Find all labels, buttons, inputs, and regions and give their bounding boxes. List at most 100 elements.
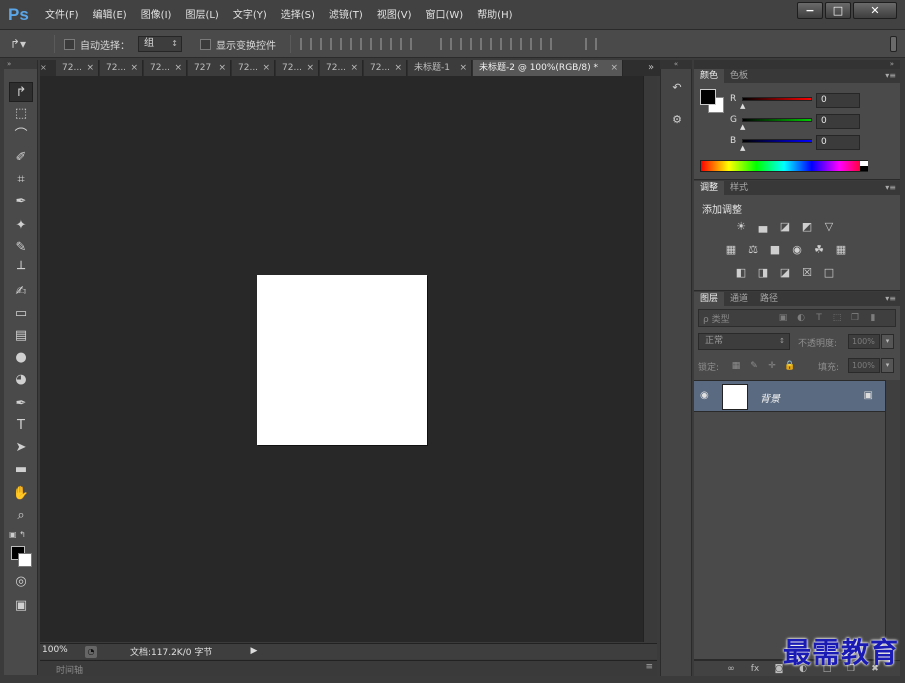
type-tool[interactable]: T <box>9 416 33 436</box>
visibility-eye-icon[interactable]: ◉ <box>700 390 709 401</box>
tab-adjustments[interactable]: 调整 <box>694 181 725 195</box>
menu-file[interactable]: 文件(F) <box>38 0 86 30</box>
menu-image[interactable]: 图像(I) <box>134 0 179 30</box>
channel-mixer-icon[interactable]: ☘ <box>810 242 828 258</box>
history-panel-icon[interactable]: ↶ <box>667 79 687 97</box>
right-panels-header[interactable]: » <box>694 60 900 69</box>
lasso-tool[interactable]: ⌒ <box>9 126 33 146</box>
lock-pixels-icon[interactable]: ✎ <box>748 360 760 372</box>
align-left-icon[interactable] <box>360 38 372 50</box>
posterize-icon[interactable]: ◨ <box>754 265 772 281</box>
quick-select-tool[interactable]: ✐ <box>9 148 33 168</box>
maximize-button[interactable]: □ <box>825 2 851 19</box>
tab-close-icon[interactable]: × <box>459 60 467 76</box>
status-menu-arrow-icon[interactable]: ▶ <box>247 644 261 658</box>
menu-filter[interactable]: 滤镜(T) <box>322 0 370 30</box>
type-filter-icon[interactable]: T <box>813 312 825 324</box>
history-brush-tool[interactable]: ✍ <box>9 282 33 302</box>
tab-close-icon[interactable]: × <box>130 60 138 76</box>
color-balance-icon[interactable]: ⚖ <box>744 242 762 258</box>
panel-menu-icon[interactable]: ▾≡ <box>885 69 896 83</box>
tab-close-icon[interactable]: × <box>394 60 402 76</box>
gradient-map-icon[interactable]: ☒ <box>798 265 816 281</box>
align-bottom-icon[interactable] <box>340 38 352 50</box>
fill-dropdown-icon[interactable]: ▾ <box>881 358 894 373</box>
marquee-tool[interactable]: ⬚ <box>9 104 33 124</box>
document-tab[interactable]: 72... × <box>320 60 363 76</box>
smart-object-filter-icon[interactable]: ❐ <box>849 312 861 324</box>
exposure-icon[interactable]: ◩ <box>798 219 816 235</box>
document-tab[interactable]: 72... × <box>364 60 407 76</box>
filter-kind-dropdown[interactable]: ρ 类型 <box>703 312 730 325</box>
tab-close-icon[interactable]: × <box>350 60 358 76</box>
tab-color[interactable]: 颜色 <box>694 69 725 83</box>
collapse-icon[interactable]: × <box>40 60 50 76</box>
distribute-bottom-icon[interactable] <box>480 38 492 50</box>
align-vcenter-icon[interactable] <box>320 38 332 50</box>
distribute-hcenter-icon[interactable] <box>520 38 532 50</box>
curves-icon[interactable]: ◪ <box>776 219 794 235</box>
show-transform-checkbox[interactable] <box>200 38 211 50</box>
document-tab[interactable]: 727 × <box>188 60 231 76</box>
document-tab-active[interactable]: 未标题-2 @ 100%(RGB/8) * × <box>473 60 623 76</box>
tab-swatches[interactable]: 色板 <box>724 69 754 83</box>
vibrance-icon[interactable]: ▽ <box>820 219 838 235</box>
lock-position-icon[interactable]: ✛ <box>766 360 778 372</box>
hue-saturation-icon[interactable]: ▦ <box>722 242 740 258</box>
status-info-icon[interactable]: ◔ <box>85 646 97 658</box>
screen-mode-icon[interactable]: ▣ <box>9 596 33 616</box>
layer-style-icon[interactable]: fx <box>748 662 762 676</box>
foreground-color-swatch[interactable] <box>700 89 716 105</box>
blend-mode-dropdown[interactable]: 正常 ↕ <box>698 333 790 350</box>
menu-type[interactable]: 文字(Y) <box>226 0 274 30</box>
canvas-vertical-scrollbar[interactable] <box>643 76 657 642</box>
distribute-top-icon[interactable] <box>440 38 452 50</box>
tab-paths[interactable]: 路径 <box>754 292 784 306</box>
panel-strip-header[interactable]: « <box>660 60 692 69</box>
menu-layer[interactable]: 图层(L) <box>178 0 225 30</box>
path-select-tool[interactable]: ➤ <box>9 438 33 458</box>
panel-menu-icon[interactable]: ▾≡ <box>885 181 896 195</box>
document-tab[interactable]: 72... × <box>232 60 275 76</box>
photo-filter-icon[interactable]: ◉ <box>788 242 806 258</box>
auto-select-dropdown[interactable]: 组 ↕ <box>138 36 182 52</box>
fill-input[interactable]: 100% <box>848 358 880 373</box>
green-slider[interactable] <box>742 118 812 122</box>
properties-panel-icon[interactable]: ⚙ <box>667 111 687 129</box>
menu-select[interactable]: 选择(S) <box>274 0 322 30</box>
layer-row[interactable]: ◉ 背景 ▣ <box>694 380 885 412</box>
default-colors-icon[interactable]: ▣ ↰ <box>9 530 26 539</box>
opacity-input[interactable]: 100% <box>848 334 880 349</box>
document-tab[interactable]: 72... × <box>144 60 187 76</box>
brightness-contrast-icon[interactable]: ☀ <box>732 219 750 235</box>
eraser-tool[interactable]: ▭ <box>9 304 33 324</box>
distribute-right-icon[interactable] <box>540 38 552 50</box>
tab-close-icon[interactable]: × <box>218 60 226 76</box>
tab-close-icon[interactable]: × <box>174 60 182 76</box>
blue-slider-thumb[interactable]: ▲ <box>740 144 745 152</box>
black-white-icon[interactable]: ■ <box>766 242 784 258</box>
eyedropper-tool[interactable]: ✒ <box>9 192 33 212</box>
zoom-level[interactable]: 100% <box>42 645 68 655</box>
blue-slider[interactable] <box>742 139 812 143</box>
tab-channels[interactable]: 通道 <box>724 292 754 306</box>
red-value-input[interactable]: 0 <box>816 93 860 108</box>
timeline-tab[interactable]: 时间轴 <box>56 663 83 676</box>
menu-help[interactable]: 帮助(H) <box>470 0 519 30</box>
hand-tool[interactable]: ✋ <box>9 484 33 504</box>
timeline-menu-icon[interactable]: ≡ <box>645 662 653 672</box>
levels-icon[interactable]: ▄ <box>754 219 772 235</box>
document-tab[interactable]: 72... × <box>56 60 99 76</box>
color-lookup-icon[interactable]: ▦ <box>832 242 850 258</box>
blue-value-input[interactable]: 0 <box>816 135 860 150</box>
invert-icon[interactable]: ◧ <box>732 265 750 281</box>
crop-tool[interactable]: ⌗ <box>9 170 33 190</box>
tab-close-icon[interactable]: × <box>610 60 618 76</box>
layer-name[interactable]: 背景 <box>760 390 780 405</box>
menu-window[interactable]: 窗口(W) <box>418 0 470 30</box>
menu-view[interactable]: 视图(V) <box>370 0 419 30</box>
color-spectrum-bar[interactable] <box>700 160 868 172</box>
selective-color-icon[interactable]: □ <box>820 265 838 281</box>
dodge-tool[interactable]: ◕ <box>9 370 33 390</box>
pixel-filter-icon[interactable]: ▣ <box>777 312 789 324</box>
